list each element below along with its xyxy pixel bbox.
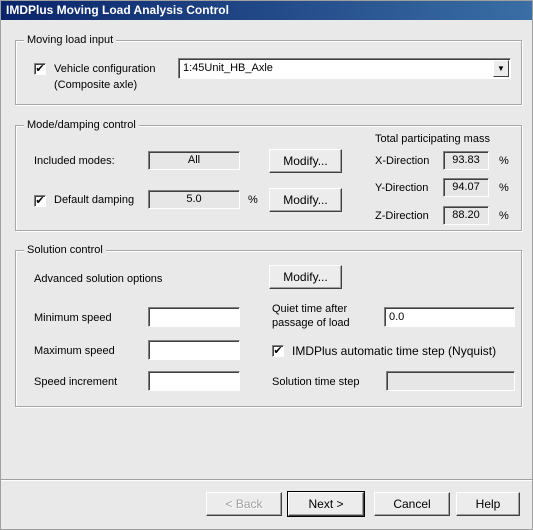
solution-control-legend: Solution control	[24, 243, 106, 257]
title-bar: IMDPlus Moving Load Analysis Control	[1, 1, 532, 20]
next-button[interactable]: Next >	[287, 491, 365, 517]
min-speed-input[interactable]	[148, 307, 240, 327]
advanced-options-label: Advanced solution options	[34, 273, 163, 285]
damping-percent-label: %	[248, 194, 258, 206]
x-percent-label: %	[499, 155, 509, 167]
time-step-field	[386, 371, 515, 391]
mode-damping-legend: Mode/damping control	[24, 118, 139, 132]
max-speed-input[interactable]	[148, 340, 240, 360]
y-direction-field: 94.07	[443, 178, 489, 197]
z-percent-label: %	[499, 210, 509, 222]
vehicle-config-select[interactable]: 1:45Unit_HB_Axle ▼	[178, 58, 511, 79]
quiet-time-label-line2: passage of load	[272, 317, 350, 329]
x-direction-label: X-Direction	[375, 155, 430, 167]
moving-load-legend: Moving load input	[24, 33, 117, 47]
y-direction-label: Y-Direction	[375, 182, 429, 194]
min-speed-label: Minimum speed	[34, 312, 112, 324]
back-button[interactable]: < Back	[206, 492, 282, 516]
vehicle-config-checkbox[interactable]: ✔	[34, 63, 46, 75]
included-modes-field: All	[148, 151, 240, 170]
auto-time-step-label: IMDPlus automatic time step (Nyquist)	[292, 344, 497, 358]
mass-heading: Total participating mass	[375, 133, 490, 145]
speed-increment-label: Speed increment	[34, 376, 118, 388]
footer-separator	[1, 479, 532, 481]
vehicle-config-label: Vehicle configuration	[54, 63, 156, 75]
speed-increment-input[interactable]	[148, 371, 240, 391]
damping-modify-button[interactable]: Modify...	[269, 188, 342, 212]
x-direction-field: 93.83	[443, 151, 489, 170]
default-damping-field: 5.0	[148, 190, 240, 209]
cancel-button[interactable]: Cancel	[374, 492, 450, 516]
time-step-label: Solution time step	[272, 376, 360, 388]
default-damping-checkbox[interactable]: ✔	[34, 195, 46, 207]
dialog-window: IMDPlus Moving Load Analysis Control Mov…	[0, 0, 533, 530]
vehicle-config-value: 1:45Unit_HB_Axle	[183, 62, 273, 74]
quiet-time-label-line1: Quiet time after	[272, 303, 348, 315]
help-button[interactable]: Help	[456, 492, 520, 516]
z-direction-label: Z-Direction	[375, 210, 429, 222]
solution-control-group: Solution control Advanced solution optio…	[15, 243, 522, 407]
max-speed-label: Maximum speed	[34, 345, 115, 357]
z-direction-field: 88.20	[443, 206, 489, 225]
modes-modify-button[interactable]: Modify...	[269, 149, 342, 173]
chevron-down-icon[interactable]: ▼	[493, 60, 509, 77]
solution-modify-button[interactable]: Modify...	[269, 265, 342, 289]
mode-damping-group: Mode/damping control Included modes: All…	[15, 118, 522, 231]
auto-time-step-checkbox[interactable]: ✔	[272, 345, 284, 357]
default-damping-label: Default damping	[54, 194, 135, 206]
included-modes-label: Included modes:	[34, 155, 115, 167]
moving-load-group: Moving load input ✔ Vehicle configuratio…	[15, 33, 522, 105]
quiet-time-input[interactable]	[384, 307, 515, 327]
vehicle-config-sublabel: (Composite axle)	[54, 79, 138, 91]
y-percent-label: %	[499, 182, 509, 194]
